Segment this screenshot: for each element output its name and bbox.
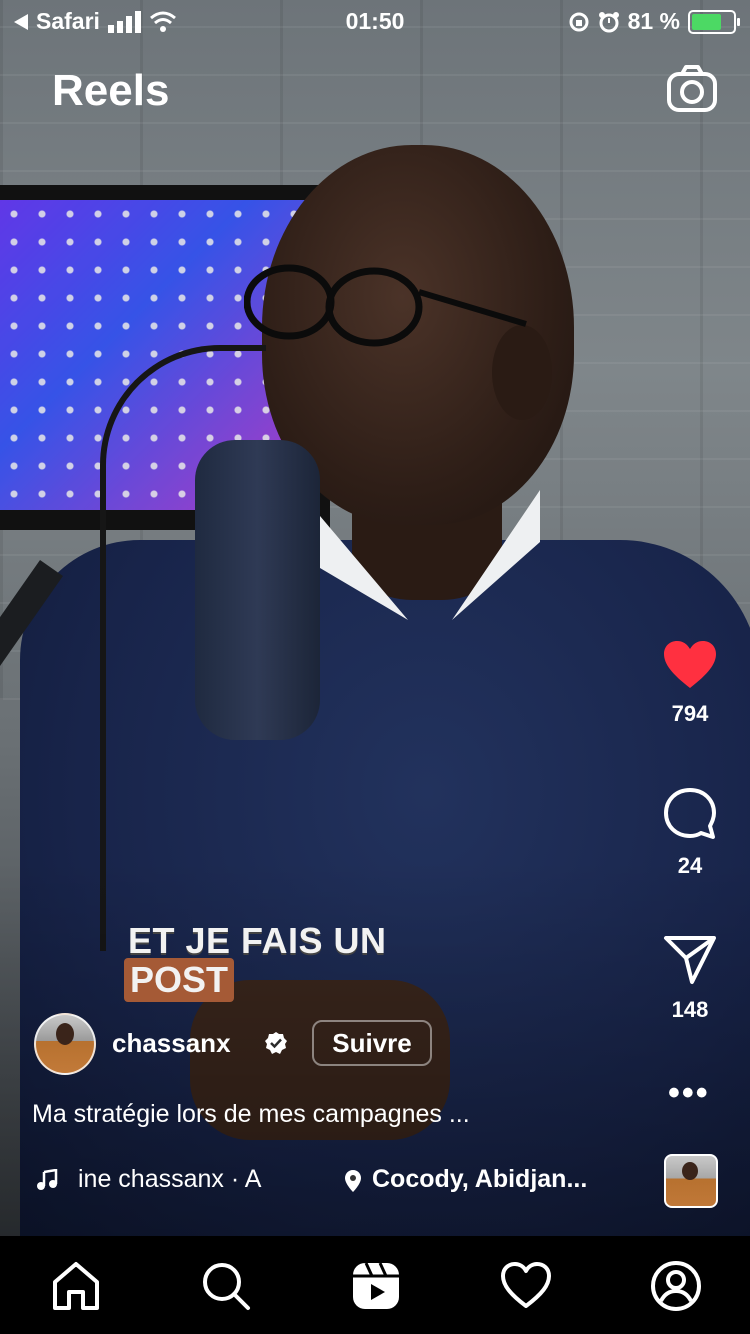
orientation-lock-icon (569, 12, 589, 31)
heart-icon[interactable] (500, 1260, 552, 1312)
audio-location-row: ine chassanx · A Cocody, Abidjan... (36, 1165, 656, 1197)
audio-track[interactable]: ine chassanx · A (78, 1165, 343, 1197)
alarm-icon (598, 11, 619, 32)
reels-icon[interactable] (350, 1260, 402, 1312)
audio-thumbnail-face (682, 1162, 698, 1180)
verified-badge-icon (265, 1032, 287, 1054)
share-count: 148 (671, 997, 709, 1022)
location-pin-icon (345, 1170, 361, 1192)
home-icon[interactable] (50, 1260, 102, 1312)
username[interactable]: chassanx (112, 1028, 231, 1059)
battery-fill (692, 13, 721, 30)
share-action[interactable]: 148 (630, 934, 750, 1023)
bottom-nav (0, 1236, 750, 1334)
glasses (244, 264, 527, 347)
video-overlay-text-line1: ET JE FAIS UN (128, 920, 387, 961)
follow-button[interactable]: Suivre (312, 1020, 432, 1066)
reels-screen: ET JE FAIS UN POST Safari 01:50 81 % Ree… (0, 0, 750, 1334)
location-tag[interactable]: Cocody, Abidjan... (372, 1165, 587, 1194)
battery-icon (688, 9, 740, 34)
camera-icon[interactable] (666, 64, 718, 116)
profile-icon[interactable] (650, 1260, 702, 1312)
comment-action[interactable]: 24 (630, 786, 750, 879)
music-note-icon (37, 1169, 58, 1190)
status-bar: Safari 01:50 81 % (0, 0, 750, 40)
comment-count: 24 (677, 853, 703, 878)
like-count: 794 (671, 701, 709, 726)
avatar-face (56, 1023, 74, 1045)
page-title: Reels (52, 66, 170, 115)
status-right: 81 % (568, 8, 740, 35)
battery-percent: 81 % (627, 8, 680, 34)
avatar[interactable] (34, 1013, 96, 1075)
video-overlay-text-line2: POST (124, 958, 235, 1002)
heart-filled-icon[interactable] (662, 640, 718, 690)
microphone (195, 440, 320, 740)
audio-track-text: ine chassanx · A (78, 1165, 262, 1193)
like-action[interactable]: 794 (630, 640, 750, 727)
audio-thumbnail[interactable] (664, 1154, 718, 1208)
post-caption[interactable]: Ma stratégie lors de mes campagnes ... (32, 1100, 470, 1129)
search-icon[interactable] (200, 1260, 252, 1312)
more-horizontal-icon[interactable]: ••• (668, 1076, 710, 1110)
comment-icon[interactable] (662, 786, 718, 842)
send-icon[interactable] (662, 934, 718, 986)
